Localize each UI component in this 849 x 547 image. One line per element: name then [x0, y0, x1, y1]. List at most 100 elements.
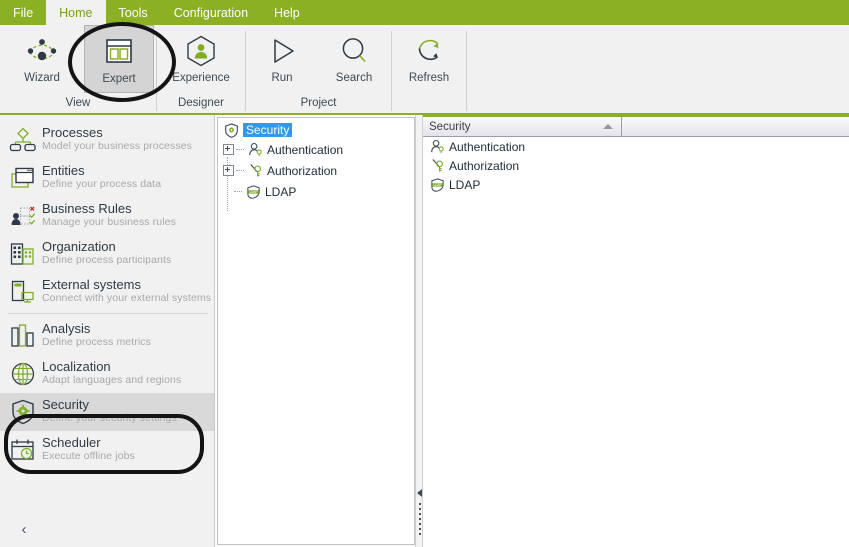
navigation-sidebar: Processes Model your business processes — [0, 115, 215, 547]
sidebar-item-business-rules[interactable]: Business Rules Manage your business rule… — [0, 197, 214, 235]
sidebar-item-subtitle: Manage your business rules — [42, 216, 176, 228]
wizard-button-label: Wizard — [24, 72, 60, 84]
sidebar-item-subtitle: Define your security settings — [42, 412, 177, 424]
run-button[interactable]: Run — [246, 25, 318, 91]
localization-icon — [8, 358, 38, 390]
search-button-label: Search — [335, 72, 373, 84]
ribbon-toolbar: Wizard Expert View Experience Designer R… — [0, 25, 849, 115]
menu-item-file[interactable]: File — [0, 0, 46, 25]
sidebar-divider — [8, 313, 208, 314]
refresh-icon — [412, 31, 446, 71]
tree-node-label: Security — [243, 123, 293, 137]
ribbon-group-label-refresh — [392, 95, 466, 113]
experience-button-label: Experience — [172, 72, 230, 84]
external-icon — [8, 276, 38, 308]
svg-text:LDAP: LDAP — [433, 183, 441, 187]
sidebar-item-subtitle: Adapt languages and regions — [42, 374, 182, 386]
tree-node-ldap[interactable]: LDAP LDAP — [218, 181, 414, 202]
sidebar-item-subtitle: Connect with your external systems — [42, 292, 212, 304]
sidebar-item-analysis[interactable]: Analysis Define process metrics — [0, 317, 214, 355]
panel-splitter[interactable] — [415, 115, 423, 547]
search-icon — [337, 31, 371, 71]
sidebar-item-title: Analysis — [42, 321, 91, 336]
expert-icon — [102, 32, 136, 72]
sort-ascending-icon — [603, 124, 613, 129]
sidebar-item-localization[interactable]: Localization Adapt languages and regions — [0, 355, 214, 393]
security-icon — [8, 396, 38, 428]
sidebar-item-processes[interactable]: Processes Model your business processes — [0, 121, 214, 159]
tree-node-label: Authentication — [267, 142, 344, 157]
entities-icon — [8, 162, 38, 194]
sidebar-collapse-button[interactable]: ‹ — [12, 517, 36, 541]
authorization-icon — [428, 157, 446, 175]
list-column-header: Security — [423, 117, 849, 137]
menu-item-configuration[interactable]: Configuration — [161, 0, 261, 25]
run-icon — [265, 31, 299, 71]
authentication-icon — [246, 141, 264, 159]
run-button-label: Run — [271, 72, 293, 84]
expander-icon[interactable] — [223, 144, 234, 155]
authentication-icon — [428, 138, 446, 156]
expander-icon[interactable] — [223, 165, 234, 176]
sidebar-item-title: Processes — [42, 125, 103, 140]
main-menu-bar: File Home Tools Configuration Help — [0, 0, 849, 25]
sidebar-item-title: External systems — [42, 277, 141, 292]
sidebar-item-scheduler[interactable]: Scheduler Execute offline jobs — [0, 431, 214, 469]
tree-node-authentication[interactable]: Authentication — [218, 139, 414, 160]
list-item-label: Authorization — [449, 158, 520, 173]
list-item[interactable]: Authorization — [423, 156, 849, 175]
search-button[interactable]: Search — [318, 25, 390, 91]
ribbon-group-designer: Experience Designer — [157, 25, 245, 113]
analysis-icon — [8, 320, 38, 352]
list-item-label: Authentication — [449, 139, 526, 154]
expert-button-label: Expert — [102, 73, 136, 85]
authorization-icon — [246, 162, 264, 180]
sidebar-item-subtitle: Define process metrics — [42, 336, 151, 348]
application-window: File Home Tools Configuration Help Wizar… — [0, 0, 849, 547]
tree-connector-dash — [234, 191, 242, 192]
splitter-grip[interactable] — [418, 503, 421, 538]
menu-item-help[interactable]: Help — [261, 0, 313, 25]
security-shield-icon — [222, 121, 240, 139]
wizard-button[interactable]: Wizard — [8, 25, 76, 91]
ribbon-group-view: Wizard Expert View — [0, 25, 156, 113]
refresh-button[interactable]: Refresh — [392, 25, 466, 91]
tree-node-label: LDAP — [265, 184, 297, 199]
tree-node-authorization[interactable]: Authorization — [218, 160, 414, 181]
ribbon-group-label-designer: Designer — [177, 97, 225, 109]
splitter-collapse-arrow-icon[interactable] — [417, 489, 422, 497]
tree-connector-dash — [236, 149, 244, 150]
ldap-icon: LDAP — [244, 183, 262, 201]
list-item-label: LDAP — [449, 177, 481, 192]
refresh-button-label: Refresh — [408, 72, 450, 84]
expert-button[interactable]: Expert — [84, 25, 154, 93]
sidebar-item-external-systems[interactable]: External systems Connect with your exter… — [0, 273, 214, 311]
sidebar-item-organization[interactable]: Organization Define process participants — [0, 235, 214, 273]
column-header-label: Security — [429, 120, 471, 133]
list-item[interactable]: LDAP LDAP — [423, 175, 849, 194]
ribbon-group-refresh: Refresh — [392, 25, 466, 113]
ribbon-group-label-view: View — [65, 97, 91, 109]
sidebar-item-subtitle: Define your process data — [42, 178, 162, 190]
ribbon-group-label-project: Project — [300, 97, 337, 109]
column-header-security[interactable]: Security — [423, 117, 622, 136]
sidebar-item-entities[interactable]: Entities Define your process data — [0, 159, 214, 197]
security-tree-panel: Security Authentication Authorization LD… — [217, 117, 415, 545]
ribbon-separator-4 — [466, 31, 467, 111]
menu-item-tools[interactable]: Tools — [106, 0, 161, 25]
experience-button[interactable]: Experience — [157, 25, 245, 91]
sidebar-item-subtitle: Define process participants — [42, 254, 172, 266]
list-item[interactable]: Authentication — [423, 137, 849, 156]
sidebar-item-title: Security — [42, 397, 89, 412]
rules-icon — [8, 200, 38, 232]
ribbon-group-project: Run Search Project — [246, 25, 391, 113]
tree-node-security-root[interactable]: Security — [218, 121, 414, 139]
sidebar-item-security[interactable]: Security Define your security settings — [0, 393, 214, 431]
ldap-icon: LDAP — [428, 176, 446, 194]
organization-icon — [8, 238, 38, 270]
menu-item-home[interactable]: Home — [46, 0, 106, 25]
wizard-icon — [24, 31, 60, 71]
column-header-empty[interactable] — [622, 117, 849, 136]
sidebar-item-title: Organization — [42, 239, 116, 254]
sidebar-item-title: Entities — [42, 163, 85, 178]
